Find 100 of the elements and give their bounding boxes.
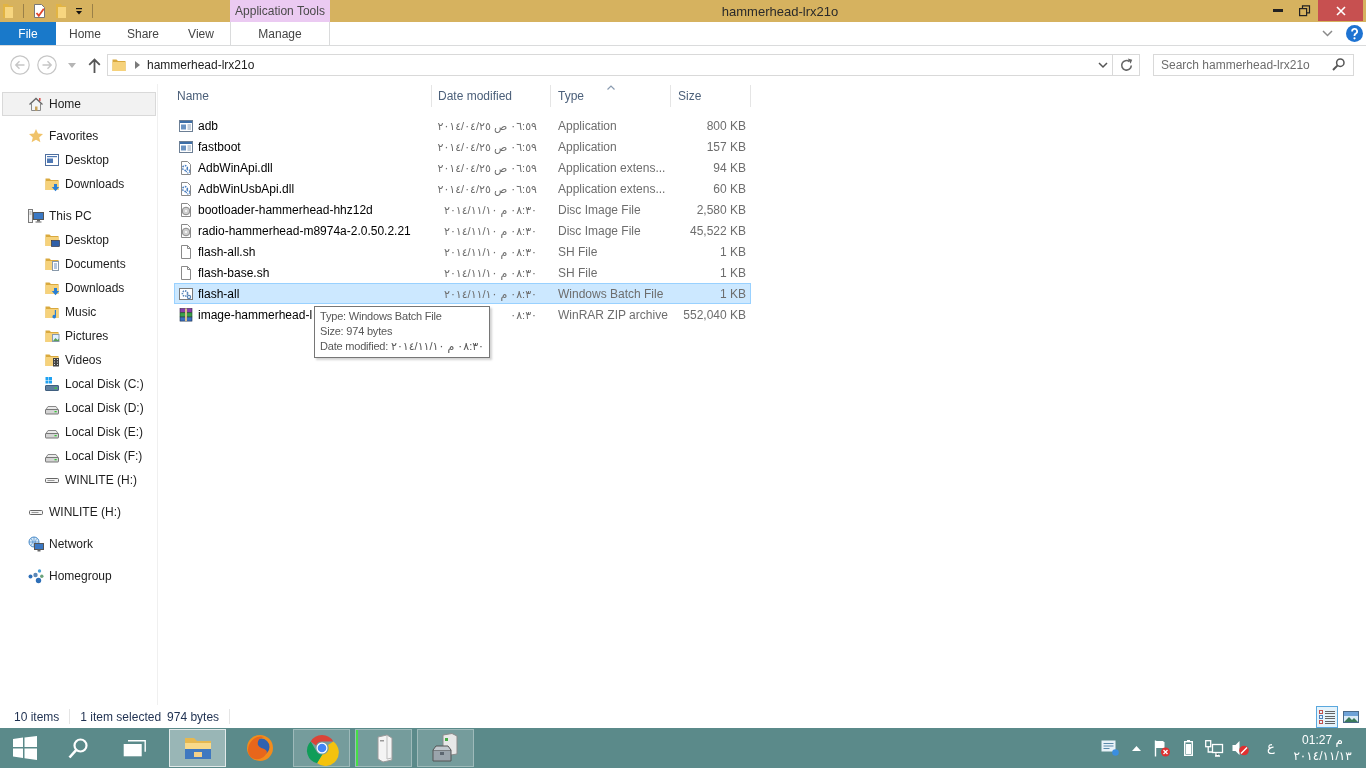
file-tab[interactable]: File xyxy=(0,22,56,45)
chevron-down-icon[interactable] xyxy=(1098,62,1108,68)
search-field[interactable]: Search hammerhead-lrx21o xyxy=(1153,54,1354,76)
nav-item[interactable]: Network xyxy=(2,532,156,556)
caret-up-icon[interactable] xyxy=(1131,745,1141,751)
file-size: 45,522 KB xyxy=(689,223,746,238)
sort-caret-icon xyxy=(606,85,615,90)
file-name[interactable]: bootloader-hammerhead-hhz12d xyxy=(198,202,373,217)
globe-monitor-icon xyxy=(28,536,44,552)
nav-item[interactable]: Desktop xyxy=(2,228,156,252)
column-header[interactable]: Date modified xyxy=(432,85,551,107)
breadcrumb-arrow-icon[interactable] xyxy=(135,61,140,69)
file-type: Disc Image File xyxy=(558,202,641,217)
date-modified: ٠٦:٥٩ ص ٢٠١٤/٠٤/٢٥ xyxy=(437,119,537,132)
nav-item[interactable]: Downloads xyxy=(2,172,156,196)
file-type: Application xyxy=(558,118,617,133)
column-header[interactable]: Size xyxy=(671,85,751,107)
nav-item[interactable]: WINLITE (H:) xyxy=(2,468,156,492)
contextual-tab-group-label: Application Tools xyxy=(230,0,330,22)
checked-page-icon[interactable] xyxy=(33,3,46,19)
house-icon xyxy=(28,96,44,112)
file-name[interactable]: radio-hammerhead-m8974a-2.0.50.2.21 xyxy=(198,223,411,238)
file-name[interactable]: adb xyxy=(198,118,219,133)
file-type: Application xyxy=(558,139,617,154)
fox-globe-icon xyxy=(244,733,275,763)
taskbar-button[interactable] xyxy=(355,729,412,767)
taskbar-button[interactable] xyxy=(293,729,350,767)
nav-item[interactable]: Local Disk (D:) xyxy=(2,396,156,420)
window-title: hammerhead-lrx21o xyxy=(721,3,839,19)
help-icon[interactable] xyxy=(1346,25,1363,42)
nav-item[interactable]: Music xyxy=(2,300,156,324)
file-size: 2,580 KB xyxy=(696,202,746,217)
computer-icon xyxy=(28,208,44,224)
date-modified: ٠٨:٣٠ م ٢٠١٤/١١/١٠ xyxy=(443,224,537,237)
videos-folder-icon xyxy=(44,352,60,368)
taskbar-button[interactable] xyxy=(169,729,226,767)
file-type: SH File xyxy=(558,265,598,280)
clock-button[interactable]: 01:27 م ٢٠١٤/١١/١٣ xyxy=(1289,728,1356,768)
taskbar-button[interactable] xyxy=(417,729,474,767)
picture-icon xyxy=(1343,709,1359,724)
flag-error-icon[interactable] xyxy=(1154,739,1170,757)
file-size: 800 KB xyxy=(706,118,746,133)
nav-item[interactable]: Local Disk (C:) xyxy=(2,372,156,396)
pictures-folder-icon xyxy=(44,328,60,344)
search-icon[interactable] xyxy=(1332,58,1345,71)
file-name[interactable]: flash-all xyxy=(198,286,240,301)
nav-item[interactable]: WINLITE (H:) xyxy=(2,500,156,524)
battery-icon[interactable] xyxy=(1183,740,1193,756)
nav-item[interactable]: Pictures xyxy=(2,324,156,348)
gear-window-icon xyxy=(178,285,194,302)
circular-arrow-icon xyxy=(1119,58,1133,72)
file-type: Application extens... xyxy=(558,181,666,196)
chevron-down-icon[interactable] xyxy=(1322,30,1333,37)
breadcrumb-item[interactable]: hammerhead-lrx21o xyxy=(147,58,255,72)
refresh-button[interactable] xyxy=(1113,54,1140,76)
muted-speaker-icon[interactable] xyxy=(1231,740,1249,756)
file-name[interactable]: flash-base.sh xyxy=(198,265,270,280)
nav-item[interactable]: Videos xyxy=(2,348,156,372)
file-size: 60 KB xyxy=(713,181,746,196)
file-name[interactable]: image-hammerhead-l xyxy=(198,307,313,322)
tooltip-line: Type: Windows Batch File xyxy=(320,309,443,324)
date-modified: ٠٦:٥٩ ص ٢٠١٤/٠٤/٢٥ xyxy=(437,140,537,153)
application-window-icon xyxy=(178,117,194,134)
documents-folder-icon xyxy=(44,256,60,272)
file-name[interactable]: fastboot xyxy=(198,139,241,154)
file-size: 1 KB xyxy=(720,244,746,259)
file-name[interactable]: flash-all.sh xyxy=(198,244,256,259)
file-size: 1 KB xyxy=(720,265,746,280)
nav-item[interactable]: Home xyxy=(2,92,156,116)
nav-item[interactable]: Local Disk (E:) xyxy=(2,420,156,444)
nav-item[interactable]: Local Disk (F:) xyxy=(2,444,156,468)
ribbon-tab[interactable]: Share xyxy=(114,22,172,45)
nav-item[interactable]: Downloads xyxy=(2,276,156,300)
date-modified: ٠٦:٥٩ ص ٢٠١٤/٠٤/٢٥ xyxy=(437,161,537,174)
ribbon-tab[interactable]: View xyxy=(172,22,230,45)
nav-item[interactable]: Documents xyxy=(2,252,156,276)
input-language-button[interactable]: ع xyxy=(1253,728,1289,768)
folder-icon xyxy=(111,57,127,73)
contextual-ribbon-tab[interactable]: Manage xyxy=(230,22,330,45)
wired-network-icon[interactable] xyxy=(1205,739,1223,757)
dropdown-arrow-icon[interactable] xyxy=(68,62,76,68)
nav-item[interactable]: Homegroup xyxy=(2,564,156,588)
nav-item[interactable]: Desktop xyxy=(2,148,156,172)
archive-stack-icon xyxy=(178,306,194,323)
message-icon[interactable] xyxy=(1101,740,1119,756)
bar-caret-icon[interactable] xyxy=(75,7,83,15)
blank-file-icon xyxy=(178,243,194,260)
details-view-button[interactable] xyxy=(1316,705,1338,728)
nav-item[interactable]: Favorites xyxy=(2,124,156,148)
gear-file-icon xyxy=(178,180,194,197)
ribbon-tab[interactable]: Home xyxy=(56,22,114,45)
up-arrow-icon[interactable] xyxy=(88,57,101,73)
file-name[interactable]: AdbWinUsbApi.dll xyxy=(198,181,295,196)
address-bar[interactable]: hammerhead-lrx21o xyxy=(107,54,1113,76)
file-name[interactable]: AdbWinApi.dll xyxy=(198,160,273,175)
file-type: Disc Image File xyxy=(558,223,641,238)
column-header[interactable]: Type xyxy=(551,85,671,107)
column-header[interactable]: Name xyxy=(174,85,432,107)
nav-item[interactable]: This PC xyxy=(2,204,156,228)
date-modified: ٠٦:٥٩ ص ٢٠١٤/٠٤/٢٥ xyxy=(437,182,537,195)
